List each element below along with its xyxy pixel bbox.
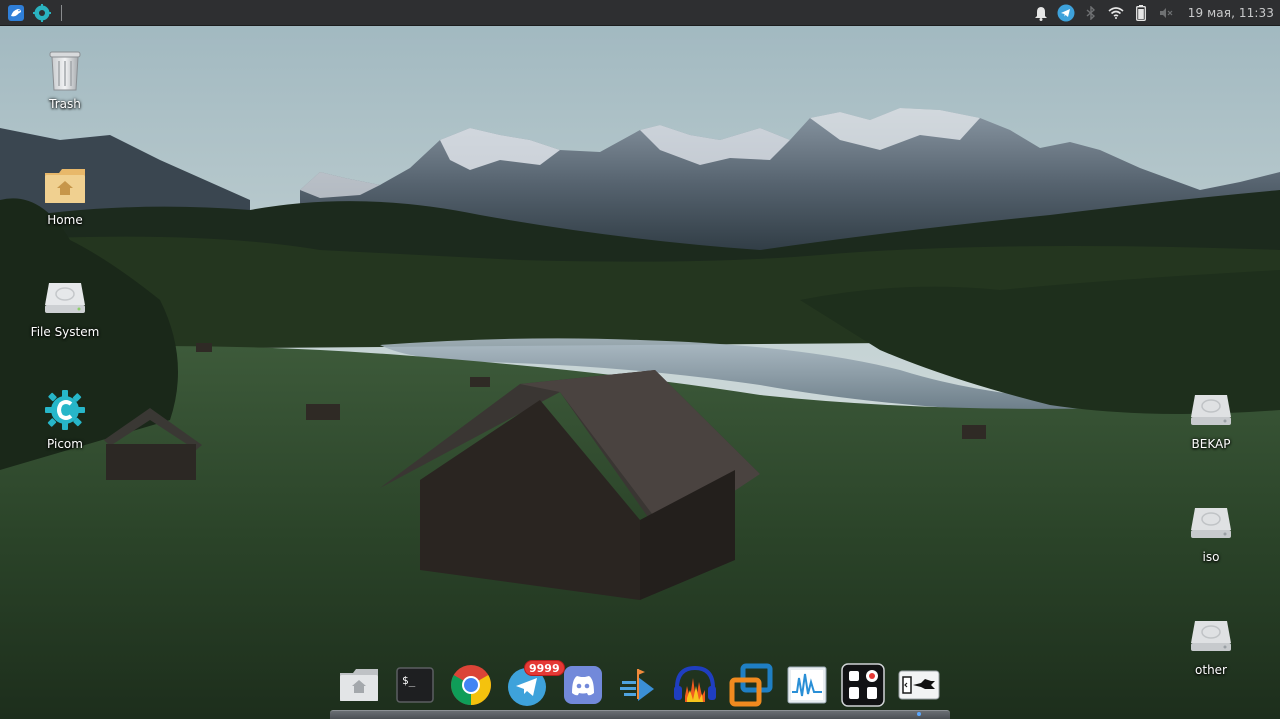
arrow-flag-icon bbox=[620, 669, 654, 701]
home-folder-icon bbox=[45, 169, 85, 203]
panel-separator bbox=[61, 4, 62, 21]
desktop-icon-picom[interactable]: Picom bbox=[20, 386, 110, 451]
clock[interactable]: 19 мая, 11:33 bbox=[1188, 6, 1280, 20]
dock-item-arrow-app[interactable] bbox=[616, 662, 662, 708]
dock: $_ 9999 bbox=[330, 658, 950, 714]
dock-item-telegram[interactable]: 9999 bbox=[504, 660, 565, 708]
audacity-icon bbox=[674, 665, 716, 702]
volume-tray[interactable] bbox=[1156, 2, 1176, 24]
desktop-icon-label: Trash bbox=[49, 97, 81, 111]
drive-icon bbox=[1191, 621, 1231, 651]
mixer-icon bbox=[841, 663, 885, 707]
desktop-icon-label: Home bbox=[47, 213, 83, 227]
terminal-icon: $_ bbox=[396, 667, 434, 703]
desktop-icon-iso[interactable]: iso bbox=[1166, 499, 1256, 564]
bird-logo-icon bbox=[8, 4, 24, 21]
desktop-wallpaper bbox=[0, 0, 1280, 719]
bluetooth-icon bbox=[1086, 6, 1095, 20]
telegram-icon bbox=[1057, 4, 1075, 22]
wifi-tray[interactable] bbox=[1106, 2, 1126, 24]
dock-item-audacity[interactable] bbox=[672, 662, 718, 708]
desktop-icon-trash[interactable]: Trash bbox=[20, 46, 110, 111]
bluetooth-tray[interactable] bbox=[1081, 2, 1101, 24]
top-panel: 19 мая, 11:33 bbox=[0, 0, 1280, 26]
dock-item-plug-app[interactable] bbox=[896, 662, 942, 708]
volume-muted-icon bbox=[1159, 8, 1173, 18]
desktop-icon-label: File System bbox=[30, 325, 100, 339]
drive-icon bbox=[1191, 508, 1231, 538]
dock-item-virtualbox[interactable] bbox=[728, 662, 774, 708]
drive-icon bbox=[1191, 395, 1231, 425]
plug-icon bbox=[898, 670, 940, 700]
battery-tray[interactable] bbox=[1131, 2, 1151, 24]
desktop-icon-bekap[interactable]: BEKAP bbox=[1166, 386, 1256, 451]
desktop-icon-label: BEKAP bbox=[1191, 437, 1231, 451]
dock-item-discord[interactable] bbox=[560, 662, 606, 708]
wifi-icon bbox=[1108, 7, 1124, 19]
bell-icon bbox=[1034, 6, 1047, 21]
unread-badge: 9999 bbox=[524, 660, 565, 676]
desktop-icon-file-system[interactable]: File System bbox=[20, 274, 110, 339]
notifications-tray[interactable] bbox=[1031, 2, 1051, 24]
dock-item-chrome[interactable] bbox=[448, 662, 494, 708]
terminal-prompt-text: $_ bbox=[402, 674, 416, 687]
desktop-icon-home[interactable]: Home bbox=[20, 162, 110, 227]
dock-item-mixer[interactable] bbox=[840, 662, 886, 708]
drive-icon bbox=[45, 283, 85, 313]
gear-icon bbox=[45, 390, 85, 430]
discord-icon bbox=[564, 666, 602, 704]
desktop-icon-label: Picom bbox=[47, 437, 83, 451]
telegram-tray[interactable] bbox=[1056, 2, 1076, 24]
trash-icon bbox=[49, 51, 81, 91]
gear-icon bbox=[33, 3, 51, 22]
dock-item-system-monitor[interactable] bbox=[784, 662, 830, 708]
desktop-icon-other[interactable]: other bbox=[1166, 612, 1256, 677]
desktop-icon-label: other bbox=[1195, 663, 1227, 677]
dock-item-terminal[interactable]: $_ bbox=[392, 662, 438, 708]
home-folder-icon bbox=[340, 669, 378, 701]
battery-icon bbox=[1135, 5, 1146, 21]
app-menu-button[interactable] bbox=[5, 2, 27, 24]
chrome-icon bbox=[451, 665, 491, 705]
desktop-icon-label: iso bbox=[1202, 550, 1220, 564]
monitor-icon bbox=[787, 666, 827, 704]
dock-item-files[interactable] bbox=[336, 662, 382, 708]
virtualbox-icon bbox=[729, 663, 773, 707]
settings-button[interactable] bbox=[31, 2, 53, 24]
